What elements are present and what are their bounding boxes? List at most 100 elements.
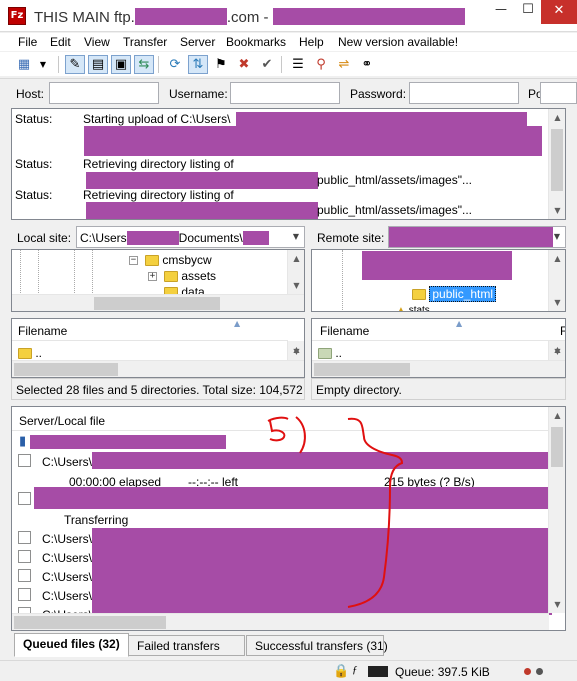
reconnect-icon[interactable]: ✔ (257, 55, 277, 74)
queue-item-checkbox[interactable] (18, 531, 31, 545)
scroll-up-icon[interactable]: ▲ (549, 407, 565, 424)
scroll-down-icon[interactable]: ▼ (549, 294, 565, 311)
scroll-thumb[interactable] (551, 427, 563, 467)
menu-view[interactable]: View (84, 35, 110, 49)
username-input[interactable] (230, 82, 340, 104)
local-tree-hscrollbar[interactable] (12, 294, 304, 311)
local-list-scrollbar[interactable]: ▲ ▼ (287, 341, 304, 360)
queue-item-checkbox[interactable] (18, 569, 31, 583)
refresh-icon[interactable]: ⟳ (165, 55, 185, 74)
menu-bar: File Edit View Transfer Server Bookmarks… (0, 33, 577, 51)
queue-item[interactable]: C:\Users\ (18, 453, 92, 472)
scroll-thumb[interactable] (14, 363, 118, 376)
queue-scrollbar[interactable]: ▲ ▼ (548, 407, 565, 613)
tab-failed-transfers[interactable]: Failed transfers (128, 635, 245, 656)
remote-list-scrollbar[interactable]: ▲ ▼ (548, 341, 565, 360)
toggle-local-tree-icon[interactable]: ▤ (88, 55, 108, 74)
local-list-hscrollbar[interactable] (12, 360, 304, 377)
queue-item-checkbox[interactable] (18, 550, 31, 564)
scroll-down-icon[interactable]: ▼ (549, 596, 565, 613)
server-local-file-column-header[interactable]: Server/Local file (19, 414, 105, 428)
file-row-parent[interactable]: .. (318, 346, 342, 360)
remote-list-hscrollbar[interactable] (312, 360, 565, 377)
toggle-message-log-icon[interactable]: ✎ (65, 55, 85, 74)
scroll-thumb[interactable] (94, 297, 220, 310)
queue-item-path: C:\Users\ (42, 551, 93, 565)
menu-file[interactable]: File (18, 35, 37, 49)
queue-item[interactable] (18, 491, 31, 510)
tree-node-stats[interactable]: ▲ stats (396, 305, 430, 311)
log-message: Retrieving directory listing of (83, 157, 234, 171)
queue-item[interactable]: C:\Users\ (18, 568, 92, 587)
disconnect-icon[interactable]: ✖ (234, 55, 254, 74)
menu-edit[interactable]: Edit (50, 35, 71, 49)
filename-column-header[interactable]: Filename (18, 324, 67, 338)
remote-file-list: Filename ▲ F .. ▲ ▼ (311, 318, 566, 378)
collapse-icon[interactable]: − (129, 256, 138, 265)
tab-queued-files[interactable]: Queued files (32) (14, 633, 129, 657)
log-message: Retrieving directory listing of (83, 188, 234, 202)
search-remote-files-icon[interactable]: ⚭ (357, 55, 377, 74)
local-site-path[interactable]: C:\Users Documents\ ▼ (76, 226, 305, 248)
scroll-thumb[interactable] (14, 616, 166, 629)
scroll-up-icon[interactable]: ▲ (549, 109, 565, 126)
queue-size: Queue: 397.5 KiB (395, 665, 490, 679)
scroll-down-icon[interactable]: ▼ (549, 202, 565, 219)
filename-column-header[interactable]: Filename (320, 324, 369, 338)
tab-successful-transfers[interactable]: Successful transfers (31) (246, 635, 388, 656)
tree-guide (38, 250, 39, 295)
queue-item-checkbox[interactable] (18, 454, 31, 468)
directory-comparison-icon[interactable]: ⚲ (311, 55, 331, 74)
queue-item[interactable]: C:\Users\ (18, 549, 92, 568)
redacted-tree-nodes (362, 251, 512, 280)
scroll-thumb[interactable] (551, 129, 563, 191)
menu-server[interactable]: Server (180, 35, 215, 49)
maximize-button[interactable]: ☐ (515, 0, 541, 24)
log-scrollbar[interactable]: ▲ ▼ (548, 109, 565, 219)
scroll-down-icon[interactable]: ▼ (549, 343, 565, 360)
menu-transfer[interactable]: Transfer (123, 35, 167, 49)
remote-site-label: Remote site: (317, 231, 385, 245)
title-bar: Fz THIS MAIN ftp. .com - — ☐ ✕ (0, 0, 577, 32)
log-message: public_html/assets/images"... (317, 173, 472, 187)
password-input[interactable] (409, 82, 519, 104)
port-input[interactable] (540, 82, 577, 104)
site-manager-icon[interactable]: ▦ (14, 55, 34, 74)
toggle-transfer-queue-icon[interactable]: ⇆ (134, 55, 154, 74)
host-input[interactable] (49, 82, 159, 104)
toggle-remote-tree-icon[interactable]: ▣ (111, 55, 131, 74)
scroll-down-icon[interactable]: ▼ (288, 343, 304, 360)
menu-new-version[interactable]: New version available! (338, 35, 458, 49)
synchronized-browsing-icon[interactable]: ⇌ (334, 55, 354, 74)
file-row-parent[interactable]: .. (18, 346, 42, 360)
expand-icon[interactable]: + (148, 272, 157, 281)
menu-help[interactable]: Help (299, 35, 324, 49)
filesize-column-header[interactable]: F (560, 324, 565, 338)
redacted-remote-path (389, 227, 553, 247)
queue-item-checkbox[interactable] (18, 588, 31, 602)
queue-item[interactable]: C:\Users\ (18, 530, 92, 549)
process-queue-icon[interactable]: ⇅ (188, 55, 208, 74)
queue-item[interactable]: C:\Users\ (18, 587, 92, 606)
chevron-down-icon[interactable]: ▼ (549, 227, 565, 247)
remote-tree-scrollbar[interactable]: ▲ ▼ (548, 250, 565, 311)
scroll-up-icon[interactable]: ▲ (288, 250, 304, 267)
cancel-operation-icon[interactable]: ⚑ (211, 55, 231, 74)
site-manager-dropdown-icon[interactable]: ▼ (33, 55, 53, 74)
directory-listing-filters-icon[interactable]: ☰ (288, 55, 308, 74)
tree-node-assets[interactable]: assets (164, 269, 216, 283)
queue-item-checkbox[interactable] (18, 492, 31, 506)
scroll-thumb[interactable] (314, 363, 410, 376)
remote-site-path[interactable]: ▼ (388, 226, 566, 248)
chevron-down-icon[interactable]: ▼ (288, 227, 304, 247)
close-button[interactable]: ✕ (541, 0, 577, 24)
menu-bookmarks[interactable]: Bookmarks (226, 35, 286, 49)
local-tree-scrollbar[interactable]: ▲ ▼ (287, 250, 304, 294)
tree-node-public-html[interactable]: public_html (412, 286, 497, 302)
minimize-button[interactable]: — (487, 0, 515, 24)
scroll-down-icon[interactable]: ▼ (288, 277, 304, 294)
scroll-up-icon[interactable]: ▲ (549, 250, 565, 267)
tree-node-cmsbycw[interactable]: cmsbycw (145, 253, 212, 267)
redacted-path (86, 172, 318, 189)
host-label: Host: (16, 87, 45, 101)
